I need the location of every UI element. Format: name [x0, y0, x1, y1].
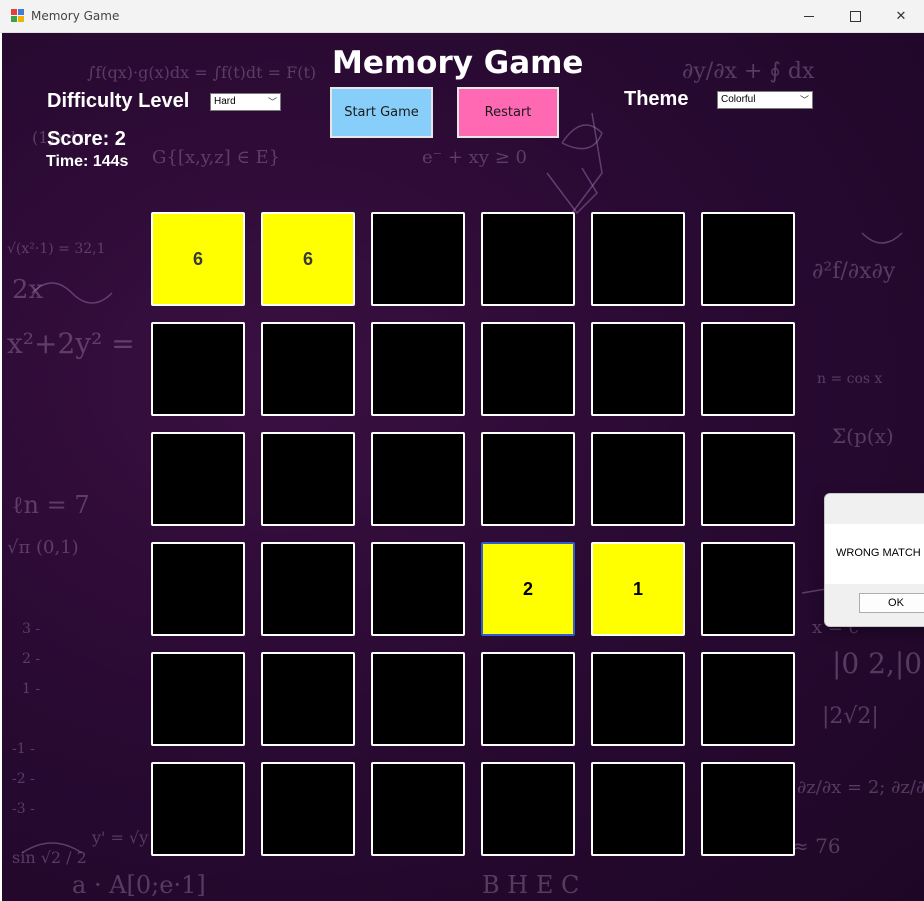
ok-button[interactable]: OK: [859, 593, 924, 613]
title-bar[interactable]: Memory Game ✕: [0, 0, 924, 33]
card-tile[interactable]: [371, 212, 465, 306]
svg-text:∫f(qx)·g(x)dx = ∫f(t)dt = F(t): ∫f(qx)·g(x)dx = ∫f(t)dt = F(t): [87, 63, 316, 82]
card-tile[interactable]: [591, 322, 685, 416]
svg-text:Σ(p(x): Σ(p(x): [832, 424, 894, 448]
card-tile[interactable]: [591, 762, 685, 856]
card-tile[interactable]: [371, 542, 465, 636]
card-tile[interactable]: [151, 542, 245, 636]
game-panel: ∫f(qx)·g(x)dx = ∫f(t)dt = F(t) (1∫xdx G{…: [2, 33, 924, 901]
card-tile[interactable]: [701, 212, 795, 306]
score-label: Score: 2: [47, 128, 126, 150]
time-label: Time: 144s: [46, 153, 129, 170]
svg-text:≈ 76: ≈ 76: [792, 834, 841, 858]
svg-text:-1 -: -1 -: [12, 741, 35, 757]
chevron-down-icon: ﹀: [267, 97, 277, 107]
svg-text:√(x²·1) = 32,1: √(x²·1) = 32,1: [7, 241, 106, 257]
card-tile[interactable]: [261, 762, 355, 856]
svg-text:a · A[0;e·1]: a · A[0;e·1]: [72, 871, 206, 899]
svg-text:-3 -: -3 -: [12, 801, 35, 817]
svg-text:∂z/∂x = 2; ∂z/∂y: ∂z/∂x = 2; ∂z/∂y: [797, 777, 924, 798]
maximize-icon[interactable]: [832, 0, 878, 32]
card-tile[interactable]: [261, 542, 355, 636]
card-tile[interactable]: [151, 432, 245, 526]
message-dialog: WRONG MATCH OK: [824, 493, 924, 627]
svg-text:n = cos x: n = cos x: [817, 371, 883, 387]
app-icon: [11, 9, 25, 23]
close-icon[interactable]: ✕: [878, 0, 924, 32]
svg-text:2x: 2x: [12, 275, 44, 305]
chevron-down-icon: ﹀: [799, 95, 809, 105]
card-tile[interactable]: [481, 432, 575, 526]
card-tile[interactable]: [371, 762, 465, 856]
card-tile[interactable]: 2: [481, 542, 575, 636]
card-tile[interactable]: [481, 762, 575, 856]
card-tile[interactable]: [591, 212, 685, 306]
theme-label: Theme: [624, 88, 689, 110]
game-title: Memory Game: [332, 45, 584, 81]
svg-text:B H E C: B H E C: [482, 871, 579, 899]
card-tile[interactable]: [151, 652, 245, 746]
svg-text:ℓn = 7: ℓn = 7: [12, 491, 90, 519]
card-grid: 66 21: [148, 209, 798, 859]
card-tile[interactable]: [701, 542, 795, 636]
theme-select[interactable]: Colorful ﹀: [717, 91, 813, 109]
card-tile[interactable]: [261, 432, 355, 526]
svg-text:|2√2|: |2√2|: [822, 704, 879, 729]
difficulty-select[interactable]: Hard ﹀: [210, 93, 281, 111]
card-tile[interactable]: [701, 432, 795, 526]
card-tile[interactable]: [371, 652, 465, 746]
card-tile[interactable]: [701, 652, 795, 746]
svg-text:1 -: 1 -: [22, 681, 40, 697]
card-tile[interactable]: 6: [151, 212, 245, 306]
card-tile[interactable]: [261, 322, 355, 416]
start-game-button[interactable]: Start Game: [330, 87, 433, 138]
card-tile[interactable]: [591, 652, 685, 746]
svg-text:2 -: 2 -: [22, 651, 40, 667]
card-tile[interactable]: [591, 432, 685, 526]
card-tile[interactable]: 1: [591, 542, 685, 636]
difficulty-select-value: Hard: [214, 96, 236, 107]
svg-text:3 -: 3 -: [22, 621, 40, 637]
card-tile[interactable]: [481, 212, 575, 306]
app-window: Memory Game ✕ ∫f(qx)·g(x)dx = ∫f(t)dt = …: [0, 0, 924, 901]
svg-text:e⁻ + xy ≥ 0: e⁻ + xy ≥ 0: [422, 147, 527, 168]
svg-text:x²+2y² =: x²+2y² =: [7, 327, 135, 360]
window-title: Memory Game: [31, 9, 120, 23]
svg-text:∂²f/∂x∂y: ∂²f/∂x∂y: [812, 259, 896, 284]
card-tile[interactable]: 6: [261, 212, 355, 306]
card-tile[interactable]: [151, 762, 245, 856]
dialog-titlebar[interactable]: [825, 494, 924, 524]
card-tile[interactable]: [151, 322, 245, 416]
card-tile[interactable]: [701, 762, 795, 856]
card-tile[interactable]: [481, 322, 575, 416]
card-tile[interactable]: [481, 652, 575, 746]
difficulty-label: Difficulty Level: [47, 90, 190, 112]
svg-text:-2 -: -2 -: [12, 771, 35, 787]
svg-text:|0 2,|0: |0 2,|0: [832, 647, 922, 680]
svg-text:G{[x,y,z] ∈ E}: G{[x,y,z] ∈ E}: [152, 147, 280, 168]
card-tile[interactable]: [701, 322, 795, 416]
svg-text:√π (0,1): √π (0,1): [7, 537, 79, 558]
card-tile[interactable]: [261, 652, 355, 746]
svg-text:sin √2 / 2: sin √2 / 2: [12, 848, 87, 867]
theme-select-value: Colorful: [721, 94, 756, 105]
dialog-message: WRONG MATCH: [836, 547, 921, 559]
card-tile[interactable]: [371, 322, 465, 416]
svg-text:∂y/∂x + ∮ dx: ∂y/∂x + ∮ dx: [682, 59, 815, 84]
minimize-icon[interactable]: [786, 0, 832, 32]
card-tile[interactable]: [371, 432, 465, 526]
restart-button[interactable]: Restart: [457, 87, 559, 138]
